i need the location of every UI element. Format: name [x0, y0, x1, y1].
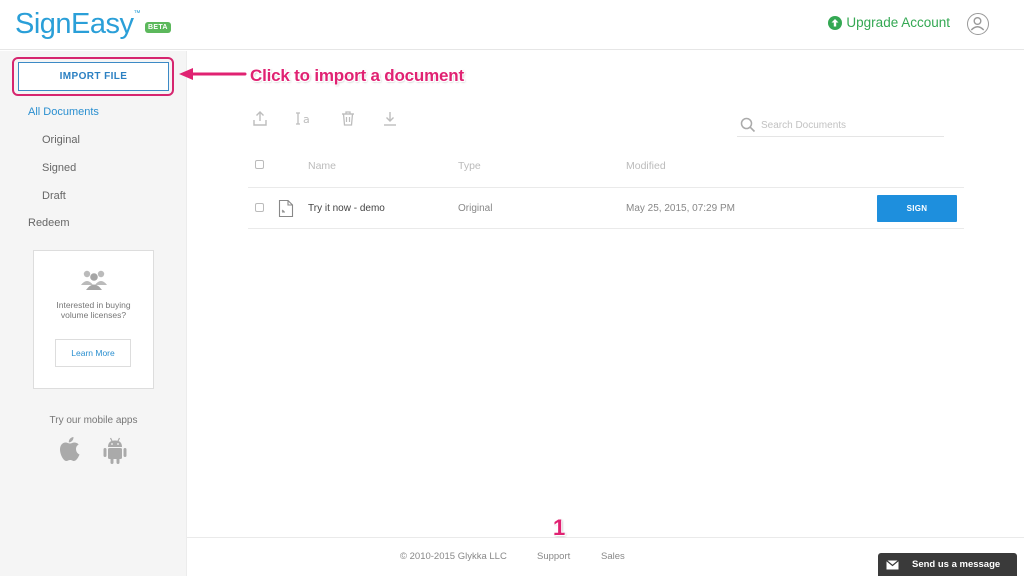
column-header-name[interactable]: Name [308, 160, 336, 172]
column-header-modified[interactable]: Modified [626, 160, 666, 172]
sidebar-item-all-documents[interactable]: All Documents [28, 106, 99, 118]
sidebar: IMPORT FILE All Documents Original Signe… [0, 51, 187, 576]
step-number: 1 [553, 515, 566, 540]
sidebar-item-original[interactable]: Original [42, 134, 80, 146]
select-all-checkbox[interactable] [255, 160, 264, 169]
footer-support-link[interactable]: Support [537, 551, 570, 562]
envelope-icon [886, 560, 899, 573]
beta-badge: BETA [145, 22, 171, 33]
send-message-label: Send us a message [912, 559, 1001, 570]
import-file-button[interactable]: IMPORT FILE [18, 62, 169, 91]
footer-copyright: © 2010-2015 Glykka LLC [400, 551, 507, 562]
upgrade-arrow-icon [828, 15, 843, 30]
group-users-icon [80, 269, 108, 296]
rename-icon[interactable]: a [294, 110, 314, 133]
search-input[interactable] [761, 116, 941, 134]
android-icon[interactable] [102, 437, 128, 470]
upgrade-account-link[interactable]: Upgrade Account [828, 15, 950, 30]
document-icon [278, 199, 294, 223]
document-type: Original [458, 203, 493, 214]
apple-icon[interactable] [58, 436, 82, 469]
annotation-text: Click to import a document [250, 66, 464, 85]
document-modified: May 25, 2015, 07:29 PM [626, 203, 735, 214]
mobile-apps-text: Try our mobile apps [49, 415, 138, 426]
sidebar-item-signed[interactable]: Signed [42, 162, 76, 174]
upload-icon[interactable] [252, 110, 268, 133]
volume-license-promo: Interested in buying volume licenses? Le… [33, 250, 154, 389]
user-profile-icon[interactable] [967, 13, 989, 35]
logo-text: SignEasy [15, 8, 134, 40]
footer-divider [187, 537, 1024, 538]
document-name[interactable]: Try it now - demo [308, 203, 385, 214]
sign-button[interactable]: SIGN [877, 195, 957, 222]
logo-trademark: ™ [133, 10, 141, 17]
search-icon [740, 117, 756, 138]
trash-icon[interactable] [340, 110, 356, 133]
search-box [737, 113, 944, 137]
learn-more-button[interactable]: Learn More [55, 339, 131, 367]
download-icon[interactable] [382, 110, 398, 133]
sidebar-item-draft[interactable]: Draft [42, 190, 66, 202]
sidebar-item-redeem[interactable]: Redeem [28, 217, 70, 229]
footer-sales-link[interactable]: Sales [601, 551, 625, 562]
column-header-type[interactable]: Type [458, 160, 481, 172]
upgrade-account-label: Upgrade Account [846, 15, 950, 30]
app-header: SignEasy™ BETA Upgrade Account [0, 0, 1024, 50]
header-divider [248, 187, 964, 188]
annotation-arrow-icon [177, 66, 247, 87]
promo-text: Interested in buying volume licenses? [56, 300, 131, 320]
row-checkbox[interactable] [255, 203, 264, 212]
send-message-widget[interactable]: Send us a message [878, 553, 1017, 576]
svg-text:a: a [303, 113, 310, 126]
row-divider [248, 228, 964, 229]
signeasy-logo[interactable]: SignEasy™ [15, 8, 140, 41]
